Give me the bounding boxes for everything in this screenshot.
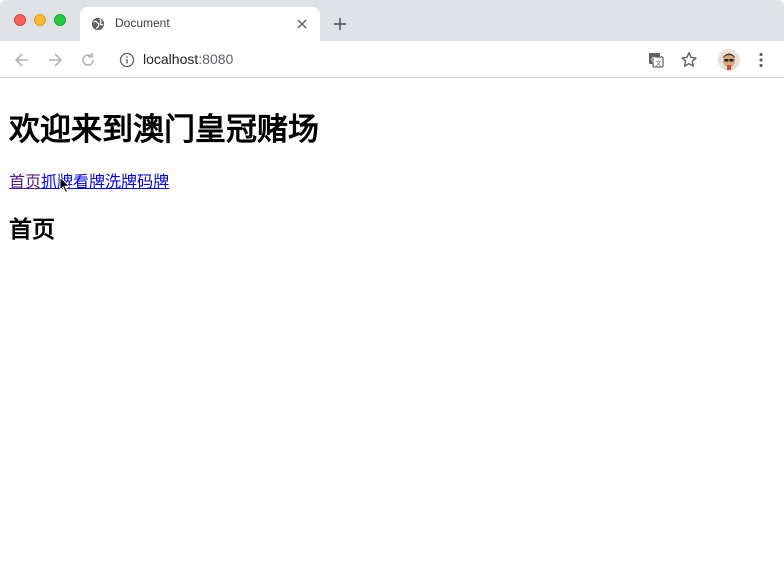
translate-icon[interactable]: G 文 xyxy=(646,50,666,70)
nav-links: 首页抓牌看牌洗牌码牌 xyxy=(9,168,169,192)
page-subheading: 首页 xyxy=(9,217,55,243)
nav-link-view[interactable]: 看牌 xyxy=(73,172,105,191)
svg-text:文: 文 xyxy=(656,60,662,68)
maximize-window-button[interactable] xyxy=(54,14,66,26)
reload-icon[interactable] xyxy=(78,50,98,70)
nav-link-stack[interactable]: 码牌 xyxy=(137,172,169,191)
info-icon[interactable] xyxy=(119,52,135,68)
browser-toolbar: localhost:8080 G 文 xyxy=(0,41,784,78)
browser-tab[interactable]: Document xyxy=(80,7,320,41)
back-arrow-icon[interactable] xyxy=(12,50,32,70)
forward-arrow-icon[interactable] xyxy=(45,50,65,70)
address-bar[interactable]: localhost:8080 xyxy=(143,51,233,67)
profile-avatar[interactable] xyxy=(718,49,740,71)
globe-icon xyxy=(91,17,105,31)
close-tab-icon[interactable] xyxy=(293,15,311,33)
more-menu-icon[interactable] xyxy=(751,50,771,70)
page-content: 欢迎来到澳门皇冠赌场 首页抓牌看牌洗牌码牌 首页 xyxy=(0,78,784,584)
close-window-button[interactable] xyxy=(14,14,26,26)
tab-strip: Document xyxy=(0,0,784,41)
mouse-cursor-icon xyxy=(59,176,71,194)
url-host: localhost xyxy=(143,51,199,67)
browser-window: Document localhost:8080 G 文 欢迎来到澳门皇冠赌场 首… xyxy=(0,0,784,584)
avatar-face-icon xyxy=(723,53,735,70)
url-port: :8080 xyxy=(198,51,234,67)
new-tab-icon[interactable] xyxy=(330,14,350,34)
nav-link-shuffle[interactable]: 洗牌 xyxy=(105,172,137,191)
nav-link-home[interactable]: 首页 xyxy=(9,172,41,191)
page-heading: 欢迎来到澳门皇冠赌场 xyxy=(9,112,319,148)
bookmark-star-icon[interactable] xyxy=(679,50,699,70)
minimize-window-button[interactable] xyxy=(34,14,46,26)
tab-title: Document xyxy=(115,16,170,30)
